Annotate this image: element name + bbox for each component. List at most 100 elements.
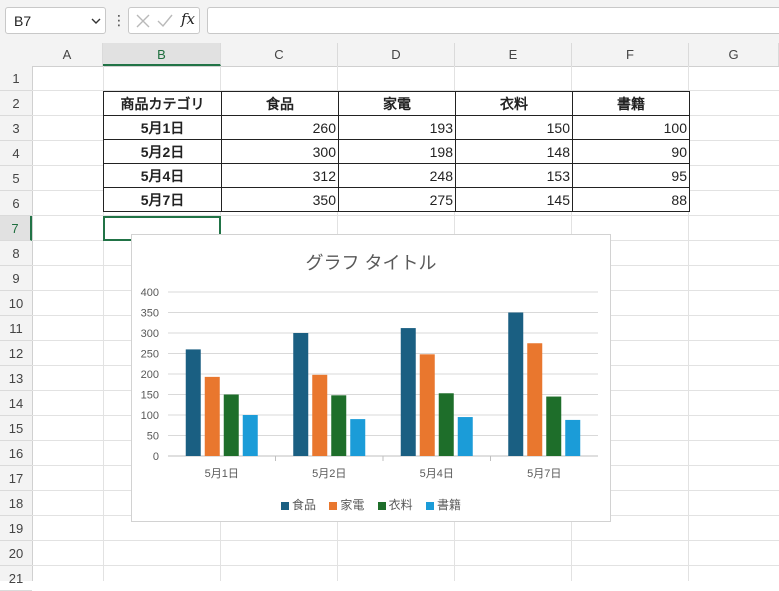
row-label-cell[interactable]: 5月7日 [103, 187, 222, 212]
column-header-f[interactable]: F [572, 43, 689, 66]
row-header-15[interactable]: 15 [0, 416, 32, 441]
row-header-4[interactable]: 4 [0, 141, 32, 166]
table-cell[interactable]: 145 [455, 187, 573, 212]
table-cell[interactable]: 90 [572, 139, 690, 164]
row-header-10[interactable]: 10 [0, 291, 32, 316]
row-header-6[interactable]: 6 [0, 191, 32, 216]
table-cell[interactable]: 148 [455, 139, 573, 164]
bar-2-0[interactable] [223, 394, 239, 457]
row-header-9[interactable]: 9 [0, 266, 32, 291]
row-label-cell[interactable]: 5月1日 [103, 115, 222, 140]
legend-item: 書籍 [426, 496, 461, 513]
formula-buttons: fx [128, 7, 200, 34]
bar-1-0[interactable] [204, 376, 220, 456]
table-header-cell[interactable]: 家電 [338, 91, 456, 116]
row-label-cell[interactable]: 5月4日 [103, 163, 222, 188]
row-header-13[interactable]: 13 [0, 366, 32, 391]
column-header-b[interactable]: B [103, 43, 221, 66]
y-tick-label: 50 [147, 431, 159, 443]
table-cell[interactable]: 275 [338, 187, 456, 212]
row-header-17[interactable]: 17 [0, 466, 32, 491]
bar-1-1[interactable] [312, 374, 328, 456]
table-row: 5月2日 300 198 148 90 [103, 139, 690, 164]
table-cell[interactable]: 88 [572, 187, 690, 212]
chevron-down-icon[interactable] [91, 17, 101, 25]
row-header-1[interactable]: 1 [0, 66, 32, 91]
table-row: 5月4日 312 248 153 95 [103, 163, 690, 188]
column-header-e[interactable]: E [455, 43, 572, 66]
y-tick-label: 300 [141, 328, 159, 340]
table-row: 5月1日 260 193 150 100 [103, 115, 690, 140]
column-header-g[interactable]: G [689, 43, 779, 66]
name-box-value: B7 [14, 13, 32, 29]
chart-legend[interactable]: 食品 家電 衣料 書籍 [132, 496, 610, 513]
insert-function-button[interactable]: fx [181, 10, 195, 28]
table-cell[interactable]: 248 [338, 163, 456, 188]
row-header-8[interactable]: 8 [0, 241, 32, 266]
table-header-row: 商品カテゴリ 食品 家電 衣料 書籍 [103, 91, 690, 116]
bar-2-1[interactable] [331, 395, 347, 456]
bar-0-0[interactable] [185, 349, 201, 456]
table-cell[interactable]: 193 [338, 115, 456, 140]
row-header-3[interactable]: 3 [0, 116, 32, 141]
formula-bar: B7 ⋮ fx [0, 0, 779, 44]
bar-1-3[interactable] [527, 343, 543, 456]
legend-label: 食品 [291, 498, 316, 512]
bar-2-3[interactable] [546, 396, 562, 456]
bar-2-2[interactable] [438, 393, 454, 456]
row-header-20[interactable]: 20 [0, 541, 32, 566]
bar-0-3[interactable] [508, 312, 524, 457]
bar-1-2[interactable] [419, 354, 435, 456]
row-header-21[interactable]: 21 [0, 566, 32, 591]
bar-0-2[interactable] [400, 328, 416, 456]
row-header-12[interactable]: 12 [0, 341, 32, 366]
table-cell[interactable]: 150 [455, 115, 573, 140]
table-cell[interactable]: 95 [572, 163, 690, 188]
more-options-icon[interactable]: ⋮ [112, 11, 126, 29]
table-cell[interactable]: 260 [221, 115, 339, 140]
legend-item: 食品 [280, 496, 316, 513]
row-header-5[interactable]: 5 [0, 166, 32, 191]
row-header-14[interactable]: 14 [0, 391, 32, 416]
table-cell[interactable]: 312 [221, 163, 339, 188]
column-header-c[interactable]: C [221, 43, 338, 66]
row-header-16[interactable]: 16 [0, 441, 32, 466]
row-headers: 1 2 3 4 5 6 7 8 9 10 11 12 13 14 15 16 17 18 19 20 21 [0, 66, 33, 591]
chart[interactable]: グラフ タイトル 0 50 100 150 200 250 300 350 400 5月1日 5月2… [131, 234, 611, 522]
data-table: 商品カテゴリ 食品 家電 衣料 書籍 5月1日 260 193 150 100 … [103, 91, 690, 212]
table-cell[interactable]: 153 [455, 163, 573, 188]
y-tick-label: 250 [141, 349, 159, 361]
bar-0-1[interactable] [293, 333, 309, 456]
y-tick-label: 150 [141, 390, 159, 402]
formula-input[interactable] [207, 7, 779, 34]
row-header-18[interactable]: 18 [0, 491, 32, 516]
row-label-cell[interactable]: 5月2日 [103, 139, 222, 164]
table-header-cell[interactable]: 書籍 [572, 91, 690, 116]
column-header-a[interactable]: A [32, 43, 103, 66]
table-cell[interactable]: 100 [572, 115, 690, 140]
bar-3-3[interactable] [565, 419, 581, 456]
table-cell[interactable]: 300 [221, 139, 339, 164]
row-header-7[interactable]: 7 [0, 216, 32, 241]
table-cell[interactable]: 350 [221, 187, 339, 212]
x-tick-label: 5月4日 [420, 468, 454, 480]
y-tick-label: 350 [141, 308, 159, 320]
table-header-cell[interactable]: 食品 [221, 91, 339, 116]
row-header-19[interactable]: 19 [0, 516, 32, 541]
bar-3-2[interactable] [457, 417, 473, 456]
cancel-icon[interactable] [134, 12, 152, 30]
legend-label: 衣料 [388, 498, 413, 512]
table-header-cell[interactable]: 商品カテゴリ [103, 91, 222, 116]
bar-3-1[interactable] [350, 419, 366, 456]
table-cell[interactable]: 198 [338, 139, 456, 164]
bar-3-0[interactable] [242, 415, 258, 456]
row-header-11[interactable]: 11 [0, 316, 32, 341]
check-icon[interactable] [156, 12, 174, 30]
table-header-cell[interactable]: 衣料 [455, 91, 573, 116]
column-header-d[interactable]: D [338, 43, 455, 66]
y-tick-label: 100 [141, 410, 159, 422]
row-header-2[interactable]: 2 [0, 91, 32, 116]
name-box[interactable]: B7 [5, 7, 106, 34]
legend-swatch-3 [426, 501, 435, 510]
chart-plot: 0 50 100 150 200 250 300 350 400 5月1日 5月2日 5月4日 5月7日 [141, 287, 598, 480]
